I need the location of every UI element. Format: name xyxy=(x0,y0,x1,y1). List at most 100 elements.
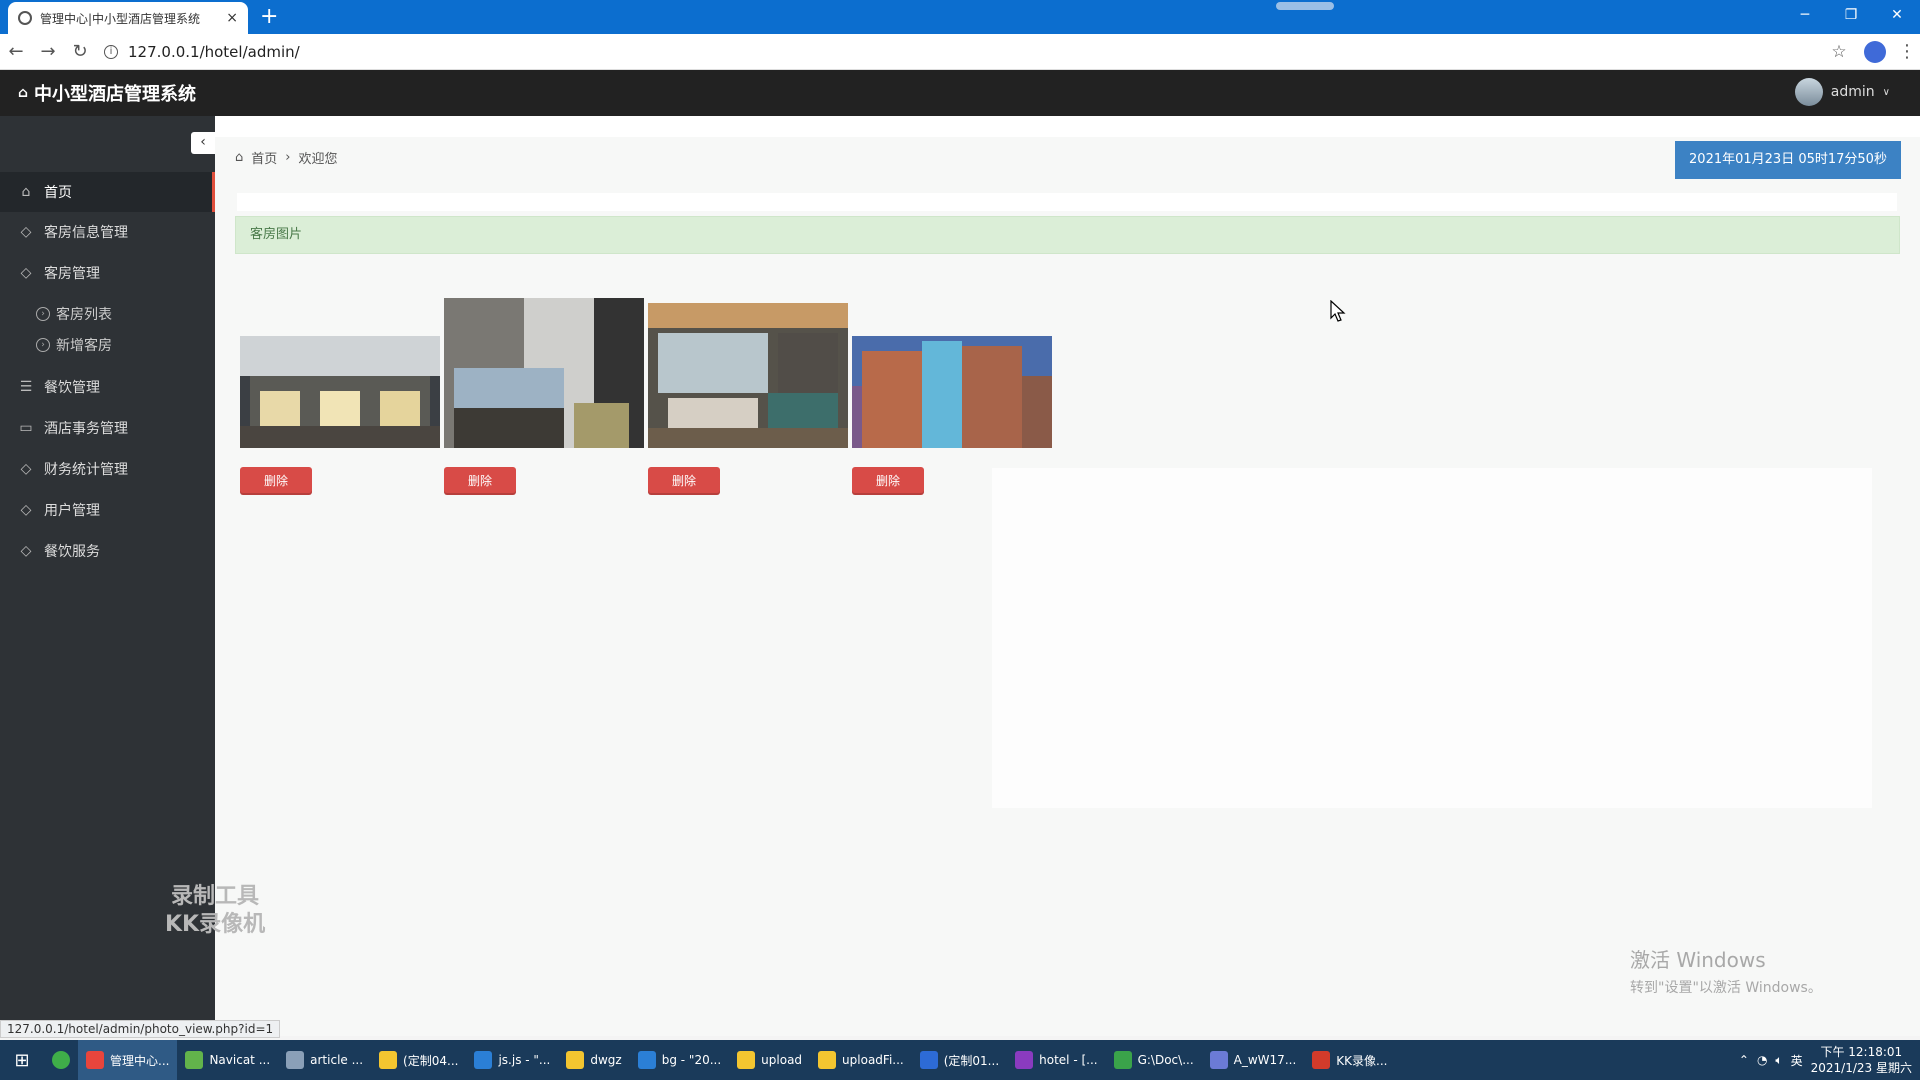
taskbar-item-label: uploadFi... xyxy=(842,1053,904,1067)
sidebar-item-room-management[interactable]: ◇ 客房管理 xyxy=(0,253,215,293)
ime-indicator[interactable]: 英 xyxy=(1791,1052,1803,1069)
clock[interactable]: 下午 12:18:01 2021/1/23 星期六 xyxy=(1811,1044,1912,1076)
sidebar-item-dining-service[interactable]: ◇ 餐饮服务 xyxy=(0,531,215,571)
user-menu[interactable]: admin ∨ xyxy=(1794,78,1890,106)
room-photo[interactable] xyxy=(648,303,848,448)
breadcrumb-separator-icon: › xyxy=(285,150,291,165)
brand-title: 中小型酒店管理系统 xyxy=(34,84,197,105)
volume-icon[interactable]: 🔈︎ xyxy=(1775,1053,1782,1068)
app-icon xyxy=(737,1051,756,1069)
delete-button[interactable]: 删除 xyxy=(240,467,312,495)
sidebar-collapse-button[interactable]: ‹ xyxy=(191,132,215,154)
minimize-icon[interactable]: ─ xyxy=(1782,0,1828,30)
sidebar-item-label: 酒店事务管理 xyxy=(44,421,128,437)
taskbar-item[interactable]: hotel - [... xyxy=(1007,1040,1105,1080)
taskbar-item[interactable]: dwgz xyxy=(558,1040,629,1080)
sidebar-item-room-info[interactable]: ◇ 客房信息管理 xyxy=(0,212,215,252)
browser-tab[interactable]: 管理中心|中小型酒店管理系统 × xyxy=(8,2,248,34)
taskbar-item[interactable]: G:\Doc\... xyxy=(1106,1040,1202,1080)
app-icon xyxy=(379,1051,398,1069)
taskbar-search-icon[interactable] xyxy=(44,1040,78,1080)
submenu-label: 新增客房 xyxy=(56,338,112,354)
taskbar-item[interactable]: (定制01... xyxy=(912,1040,1007,1080)
new-tab-button[interactable]: + xyxy=(260,4,278,30)
submenu-add-room[interactable]: › 新增客房 xyxy=(36,330,206,360)
divider xyxy=(237,193,1897,211)
sidebar-item-hotel-affairs[interactable]: ▭ 酒店事务管理 xyxy=(0,408,215,448)
app-icon xyxy=(818,1051,837,1069)
sidebar-item-label: 用户管理 xyxy=(44,503,100,519)
app-icon xyxy=(286,1051,305,1069)
tag-icon: ◇ xyxy=(20,265,32,281)
taskbar-item-label: G:\Doc\... xyxy=(1137,1053,1194,1067)
taskbar-item[interactable]: (定制04... xyxy=(371,1040,466,1080)
taskbar-item-label: (定制04... xyxy=(403,1053,459,1068)
forward-icon[interactable]: → xyxy=(32,41,64,62)
tab-close-icon[interactable]: × xyxy=(226,10,238,26)
taskbar-item-label: article ... xyxy=(310,1053,364,1067)
delete-button[interactable]: 删除 xyxy=(852,467,924,495)
circle-arrow-icon: › xyxy=(36,338,50,352)
browser-menu-icon[interactable]: ⋮ xyxy=(1894,41,1920,62)
clock-time: 下午 12:18:01 xyxy=(1820,1045,1903,1059)
taskbar-item-label: 管理中心... xyxy=(110,1053,170,1068)
recorder-watermark: 录制工具 KK录像机 xyxy=(165,883,265,939)
app-icon xyxy=(1209,1051,1228,1069)
sidebar-item-home[interactable]: ⌂ 首页 xyxy=(0,172,215,212)
sidebar-item-catering[interactable]: ☰ 餐饮管理 xyxy=(0,367,215,407)
breadcrumb-home[interactable]: 首页 xyxy=(251,148,277,167)
submenu-label: 客房列表 xyxy=(56,307,112,323)
restore-icon[interactable]: ❐ xyxy=(1828,0,1874,30)
activate-subtitle: 转到"设置"以激活 Windows。 xyxy=(1630,980,1822,996)
sidebar-item-users[interactable]: ◇ 用户管理 xyxy=(0,490,215,530)
taskbar-item-label: KK录像... xyxy=(1336,1053,1388,1068)
brand[interactable]: ⌂ 中小型酒店管理系统 xyxy=(0,80,196,106)
room-photo[interactable] xyxy=(240,336,440,448)
app-icon xyxy=(86,1051,104,1069)
bookmark-star-icon[interactable]: ☆ xyxy=(1822,42,1856,62)
tray-expand-icon[interactable]: ⌃ xyxy=(1739,1053,1749,1067)
taskbar-item[interactable]: article ... xyxy=(278,1040,371,1080)
app-header: ⌂ 中小型酒店管理系统 admin ∨ xyxy=(0,70,1920,116)
windows-activation-notice: 激活 Windows 转到"设置"以激活 Windows。 xyxy=(1630,944,1822,997)
mouse-cursor-icon xyxy=(1330,300,1346,322)
watermark-line: KK录像机 xyxy=(165,912,266,937)
sidebar-item-label: 餐饮管理 xyxy=(44,380,100,396)
back-icon[interactable]: ← xyxy=(0,41,32,62)
windows-start-icon[interactable]: ⊞ xyxy=(0,1050,44,1071)
list-icon: ☰ xyxy=(19,379,33,395)
window-drag-handle[interactable] xyxy=(1276,2,1334,10)
taskbar-item-label: upload xyxy=(761,1053,803,1067)
datetime-display: 2021年01月23日 05时17分50秒 xyxy=(1675,141,1901,179)
sidebar-item-finance[interactable]: ◇ 财务统计管理 xyxy=(0,449,215,489)
room-photo[interactable] xyxy=(852,336,1052,448)
taskbar-item-label: dwgz xyxy=(590,1053,622,1067)
app-icon xyxy=(1113,1051,1132,1069)
taskbar-item[interactable]: js.js - "... xyxy=(466,1040,558,1080)
window-controls: ─ ❐ ✕ xyxy=(1782,0,1920,30)
profile-icon[interactable] xyxy=(1864,40,1886,63)
network-icon[interactable]: ◔ xyxy=(1757,1053,1767,1067)
delete-button[interactable]: 删除 xyxy=(648,467,720,495)
delete-button[interactable]: 删除 xyxy=(444,467,516,495)
taskbar-item[interactable]: 管理中心... xyxy=(78,1040,178,1080)
top-band xyxy=(215,116,1920,137)
taskbar-item[interactable]: upload xyxy=(729,1040,810,1080)
taskbar-item[interactable]: KK录像... xyxy=(1304,1040,1395,1080)
reload-icon[interactable]: ↻ xyxy=(64,41,96,62)
browser-tab-bar: 管理中心|中小型酒店管理系统 × + ─ ❐ ✕ xyxy=(0,0,1920,34)
system-tray: ⌃ ◔ 🔈︎ 英 下午 12:18:01 2021/1/23 星期六 xyxy=(1739,1040,1920,1080)
submenu-room-list[interactable]: › 客房列表 xyxy=(36,299,206,329)
taskbar-item[interactable]: bg - "20... xyxy=(630,1040,729,1080)
close-window-icon[interactable]: ✕ xyxy=(1874,0,1920,30)
url-field[interactable]: i 127.0.0.1/hotel/admin/ xyxy=(104,43,1822,61)
breadcrumb-current: 欢迎您 xyxy=(298,152,338,167)
tag-icon: ◇ xyxy=(20,502,32,518)
taskbar-item[interactable]: uploadFi... xyxy=(810,1040,912,1080)
tab-title: 管理中心|中小型酒店管理系统 xyxy=(40,11,201,26)
main-content: ⌂ 首页 › 欢迎您 2021年01月23日 05时17分50秒 客房图片 删除… xyxy=(215,116,1920,1036)
room-photo[interactable] xyxy=(444,298,644,448)
site-info-icon[interactable]: i xyxy=(104,44,118,59)
taskbar-item[interactable]: A_wW17... xyxy=(1202,1040,1305,1080)
taskbar-item[interactable]: Navicat ... xyxy=(177,1040,278,1080)
